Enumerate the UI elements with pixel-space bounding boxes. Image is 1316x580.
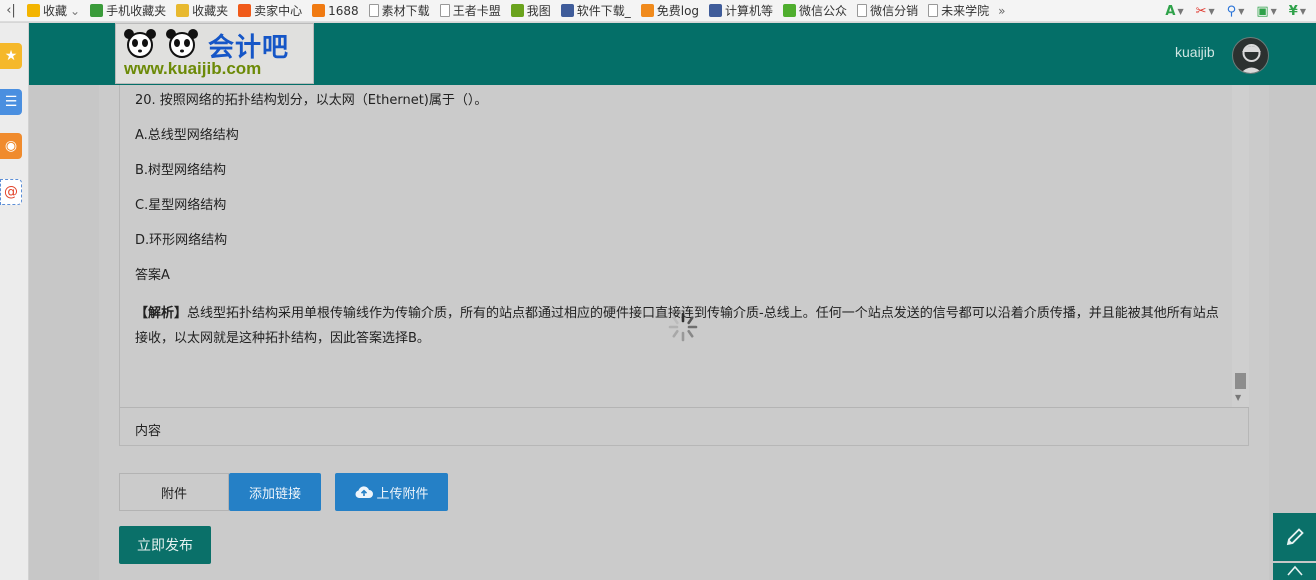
edit-float-button[interactable] [1273, 513, 1316, 561]
bookmark-item[interactable]: 收藏夹 [171, 0, 233, 21]
bookmarks-bar: ‹| 收藏 ⌄ 手机收藏夹 收藏夹 卖家中心 1688 素材下载 王者卡盟 我图 软件下载_ 免费l… [0, 0, 1316, 22]
publish-button[interactable]: 立即发布 [119, 526, 211, 564]
bookmark-item[interactable]: 我图 [506, 0, 556, 21]
back-to-top-button[interactable] [1273, 563, 1316, 580]
gamepad-icon[interactable]: ▣ ▼ [1252, 0, 1280, 21]
page-icon [928, 4, 939, 17]
bookmark-item[interactable]: 手机收藏夹 [85, 0, 171, 21]
folder-icon [176, 4, 190, 17]
weibo-icon[interactable]: ◉ [0, 133, 22, 159]
bookmark-item[interactable]: 软件下载_ [556, 0, 636, 21]
attachment-tab-label: 附件 [160, 486, 187, 502]
editor-scrollbar[interactable]: ▼ [1232, 85, 1249, 407]
chevron-down-icon[interactable]: ▼ [1300, 7, 1306, 16]
content-label: 内容 [135, 424, 162, 439]
chevron-down-icon[interactable]: ▼ [1209, 7, 1215, 16]
alibaba-icon [312, 4, 326, 17]
reader-list-icon[interactable]: ☰ [0, 89, 22, 115]
translate-icon[interactable]: A ▼ [1161, 0, 1187, 21]
scissors-icon[interactable]: ✂ ▼ [1192, 0, 1219, 21]
question-stem: 20. 按照网络的拓扑结构划分，以太网（Ethernet)属于（）。 [135, 93, 488, 108]
bookmark-item[interactable]: 王者卡盟 [435, 0, 506, 21]
bookmark-label: 免费log [656, 4, 700, 18]
question-editor[interactable]: 20. 按照网络的拓扑结构划分，以太网（Ethernet)属于（）。 A.总线型… [119, 85, 1249, 446]
bookmark-item[interactable]: 免费log [636, 0, 704, 21]
bookmark-item[interactable]: 收藏 ⌄ [22, 0, 85, 21]
bookmark-item[interactable]: 1688 [307, 0, 364, 21]
chevron-down-icon[interactable]: ▼ [1271, 7, 1277, 16]
star-icon [27, 4, 40, 17]
bookmark-label: 微信分销 [870, 4, 919, 18]
upload-attachment-label: 上传附件 [376, 486, 429, 502]
favorites-star-icon[interactable]: ★ [0, 43, 22, 69]
scrollbar-thumb[interactable] [1235, 373, 1246, 389]
bookmark-label: 微信公众 [799, 4, 848, 18]
username-label[interactable]: kuaijib [1175, 44, 1215, 60]
chevron-down-icon[interactable]: ▼ [1238, 7, 1244, 16]
option-b: B.树型网络结构 [135, 163, 227, 178]
bookmark-label: 1688 [328, 3, 359, 18]
option-a: A.总线型网络结构 [135, 128, 239, 143]
bookmark-label: 收藏夹 [192, 4, 229, 18]
pencil-icon [1286, 528, 1304, 546]
bookmark-item[interactable]: 卖家中心 [233, 0, 307, 21]
answer-text: 答案A [135, 268, 170, 283]
taobao-icon [238, 4, 252, 17]
bookmark-label: 计算机等 [725, 4, 774, 18]
bookmark-item[interactable]: 微信公众 [778, 0, 852, 21]
bookmarks-back-button[interactable]: ‹| [0, 3, 22, 18]
bookmark-label: 收藏 [43, 4, 68, 18]
editor-footer: 内容 [120, 407, 1249, 445]
chevron-down-icon[interactable]: ⌄ [70, 4, 80, 18]
bookmark-item[interactable]: 计算机等 [704, 0, 778, 21]
bookmark-label: 卖家中心 [254, 4, 303, 18]
option-d: D.环形网络结构 [135, 233, 228, 248]
panda-mascot-icon [124, 29, 156, 58]
attachment-tab[interactable]: 附件 [119, 473, 229, 511]
globe-icon [560, 4, 574, 17]
analysis-label: 【解析】 [135, 306, 188, 321]
chevron-down-icon[interactable]: ▼ [1177, 7, 1183, 16]
scroll-down-arrow-icon[interactable]: ▼ [1235, 393, 1241, 402]
bookmarks-more-button[interactable]: » [998, 4, 1005, 18]
yen-shield-icon[interactable]: ¥ ▼ [1285, 0, 1310, 21]
logo-url: www.kuaijib.com [124, 59, 262, 78]
leaf-icon [510, 4, 524, 17]
browser-sidebar: ★ ☰ ◉ @ [0, 23, 29, 580]
bookmark-label: 我图 [526, 4, 551, 18]
magnifier-icon[interactable]: ⚲ ▼ [1223, 0, 1249, 21]
publish-label: 立即发布 [137, 538, 193, 554]
add-link-label: 添加链接 [248, 486, 301, 502]
user-avatar[interactable] [1232, 37, 1269, 74]
page-icon [368, 4, 379, 17]
globe-icon [709, 4, 723, 17]
page-icon [439, 4, 450, 17]
bookmark-item[interactable]: 微信分销 [852, 0, 923, 21]
arrow-up-icon [1286, 565, 1303, 576]
upload-attachment-button[interactable]: 上传附件 [335, 473, 448, 511]
panda-mascot-icon [166, 29, 198, 58]
wechat-icon [783, 4, 797, 17]
site-logo[interactable]: 会计吧 www.kuaijib.com [115, 23, 314, 84]
bookmark-label: 未来学院 [941, 4, 990, 18]
bookmark-item[interactable]: 素材下载 [364, 0, 435, 21]
bookmark-label: 手机收藏夹 [106, 4, 167, 18]
add-link-button[interactable]: 添加链接 [229, 473, 321, 511]
browser-toolbar: A ▼ ✂ ▼ ⚲ ▼ ▣ ▼ ¥ ▼ [1161, 0, 1316, 21]
bookmark-label: 素材下载 [381, 4, 430, 18]
bookmark-label: 软件下载_ [576, 4, 631, 18]
loading-spinner-icon [668, 312, 698, 342]
bookmark-label: 王者卡盟 [452, 4, 501, 18]
bookmark-item[interactable]: 未来学院 [923, 0, 994, 21]
page-icon [857, 4, 868, 17]
swirl-icon [640, 4, 654, 17]
mail-icon[interactable]: @ [0, 179, 22, 205]
option-c: C.星型网络结构 [135, 198, 227, 213]
cloud-upload-icon [355, 486, 374, 498]
phone-icon [90, 4, 104, 17]
bookmarks-list: 收藏 ⌄ 手机收藏夹 收藏夹 卖家中心 1688 素材下载 王者卡盟 我图 软件下载_ 免费log 计… [22, 0, 994, 21]
